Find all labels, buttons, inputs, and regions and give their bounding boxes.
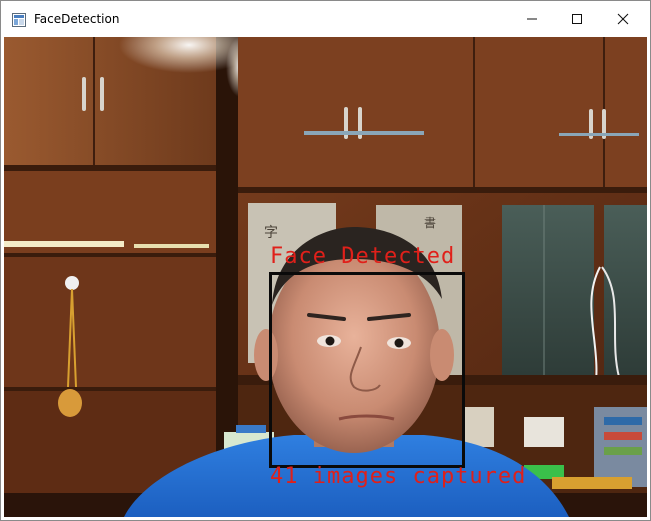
camera-feed: 字 書 Face Detected 41 images captured (4, 37, 647, 517)
window-title: FaceDetection (34, 12, 120, 26)
capture-count-label: 41 images captured (270, 464, 527, 489)
title-bar[interactable]: FaceDetection (1, 1, 650, 37)
minimize-button[interactable] (509, 1, 555, 37)
close-icon (617, 10, 629, 29)
close-button[interactable] (600, 1, 646, 37)
face-detected-label: Face Detected (270, 244, 456, 269)
maximize-button[interactable] (554, 1, 600, 37)
app-window-icon (12, 12, 26, 27)
svg-text:書: 書 (424, 216, 436, 230)
face-detection-window: FaceDetection 字 書 Face Detected 41 image… (0, 0, 651, 521)
minimize-icon (526, 10, 538, 29)
face-bounding-box (269, 272, 465, 468)
maximize-icon (571, 10, 583, 29)
svg-text:字: 字 (264, 225, 278, 241)
